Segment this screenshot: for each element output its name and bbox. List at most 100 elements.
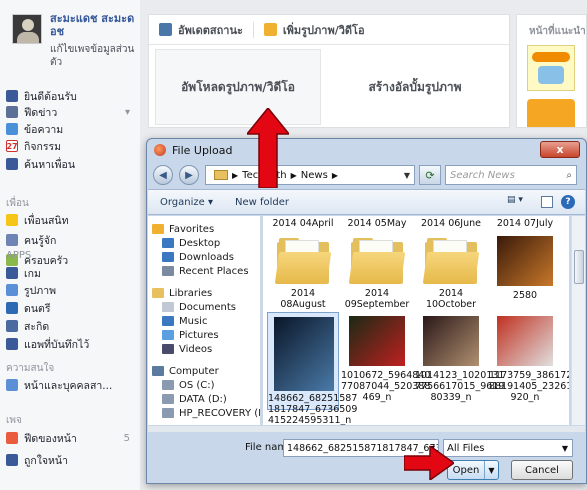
search-icon[interactable]: ⌕: [566, 170, 572, 181]
suggested-page-thumbnail[interactable]: [527, 99, 575, 127]
nav-pane-label: Computer: [169, 365, 219, 377]
item-count: 5: [123, 432, 130, 444]
sidebar-item[interactable]: ดนตรี: [6, 300, 138, 316]
file-item-label[interactable]: 2014 04April: [267, 218, 339, 229]
left-sidebar: สะมะแดช สะมะดอช แก้ไขเพจข้อมูลส่วนตัว ยิ…: [0, 0, 140, 490]
nav-pane-item[interactable]: HP_RECOVERY (I: [162, 406, 260, 420]
vertical-scrollbar[interactable]: [571, 216, 585, 425]
suggested-pages-title: หน้าที่แนะนำ: [529, 26, 586, 37]
back-button[interactable]: ◀: [153, 165, 173, 185]
tab-add-photo[interactable]: เพิ่มรูปภาพ/วิดีโอ: [263, 21, 365, 39]
avatar[interactable]: [12, 14, 42, 44]
nav-pane-item[interactable]: Downloads: [162, 250, 234, 264]
nav-pane-item[interactable]: Videos: [162, 342, 212, 356]
folder-item[interactable]: 2014 09September: [341, 232, 413, 310]
folder-item[interactable]: 2014 08August: [267, 232, 339, 310]
nav-pane-item[interactable]: DATA (D:): [162, 392, 227, 406]
star-icon: [6, 214, 18, 226]
file-item-label[interactable]: 2014 07July: [489, 218, 561, 229]
image-file-item[interactable]: 1014123_1020131 7756617015_9619 80339_n: [415, 312, 504, 410]
horizontal-scrollbar[interactable]: [148, 426, 585, 432]
breadcrumb-news[interactable]: News: [301, 170, 328, 181]
nav-pane-item[interactable]: Music: [162, 314, 207, 328]
forward-button[interactable]: ▶: [179, 165, 199, 185]
suggested-page-thumbnail[interactable]: [527, 45, 575, 91]
file-item-label[interactable]: 2014 06June: [415, 218, 487, 229]
calendar-icon: 27: [6, 140, 18, 152]
preview-pane-icon[interactable]: [541, 196, 553, 208]
sidebar-item[interactable]: เพื่อนสนิท: [6, 212, 138, 228]
address-dropdown-icon[interactable]: ▼: [404, 171, 410, 180]
organize-menu[interactable]: Organize ▾: [160, 197, 213, 208]
image-file-item[interactable]: 2580: [489, 232, 561, 308]
new-folder-button[interactable]: New folder: [235, 197, 289, 208]
sidebar-item[interactable]: รูปภาพ: [6, 282, 138, 298]
back-arrow-icon: ◀: [159, 169, 167, 181]
documents-icon: [162, 302, 174, 312]
open-button[interactable]: Open ▼: [447, 460, 499, 480]
scrollbar-thumb[interactable]: [574, 250, 584, 284]
close-button[interactable]: x: [540, 141, 580, 158]
file-item-label[interactable]: 2014 05May: [341, 218, 413, 229]
folder-item[interactable]: 2014 10October: [415, 232, 487, 310]
nav-pane-item[interactable]: Libraries: [152, 286, 212, 300]
nav-pane-item[interactable]: OS (C:): [162, 378, 215, 392]
nav-pane-item[interactable]: Desktop: [162, 236, 220, 250]
search-placeholder: Search News: [450, 169, 515, 181]
nav-pane-label: Recent Places: [179, 265, 249, 277]
help-icon[interactable]: ?: [561, 195, 575, 209]
poke-icon: [6, 320, 18, 332]
file-type-select[interactable]: All Files ▼: [443, 439, 573, 457]
sidebar-item-label: เพื่อนสนิท: [24, 214, 69, 227]
sidebar-item[interactable]: ถูกใจหน้า: [6, 452, 138, 468]
view-options-icon[interactable]: ▤ ▾: [507, 195, 529, 209]
divider: [252, 21, 254, 38]
sidebar-item[interactable]: ฟีดของหน้า 5: [6, 430, 138, 446]
sidebar-item[interactable]: ข้อความ: [6, 121, 138, 137]
file-name-label: 1173759_3861729 88191405_232617 920_n: [489, 370, 569, 403]
sidebar-item[interactable]: คนรู้จัก: [6, 232, 138, 248]
image-thumbnail: [497, 236, 553, 286]
cancel-button[interactable]: Cancel: [511, 460, 573, 480]
drive-icon: [162, 408, 174, 418]
sidebar-item[interactable]: ฟีดข่าว ▾: [6, 104, 138, 120]
drive-icon: [162, 380, 174, 390]
sidebar-item[interactable]: ยินดีต้อนรับ: [6, 88, 138, 104]
sidebar-item[interactable]: 27 กิจกรรม: [6, 138, 138, 154]
file-name-label: 2014 09September: [344, 288, 410, 310]
upload-photo-video-button[interactable]: อัพโหลดรูปภาพ/วิดีโอ: [155, 49, 321, 125]
nav-pane-item[interactable]: Computer: [152, 364, 219, 378]
sidebar-item-label: ฟีดข่าว: [24, 106, 58, 119]
sidebar-item[interactable]: ค้นหาเพื่อน: [6, 156, 138, 172]
file-name-label: 1010672_5964840 77087044_520388 469_n: [341, 370, 431, 403]
create-album-button[interactable]: สร้างอัลบั้มรูปภาพ: [327, 49, 503, 125]
dialog-titlebar[interactable]: File Upload x: [147, 139, 586, 161]
forward-arrow-icon: ▶: [185, 169, 193, 181]
tab-update-status[interactable]: อัพเดตสถานะ: [159, 21, 243, 39]
sidebar-item[interactable]: หน้าและบุคคลสา...: [6, 377, 138, 393]
search-input[interactable]: Search News ⌕: [445, 165, 577, 185]
refresh-button[interactable]: ⟳: [419, 165, 441, 185]
edit-profile-link[interactable]: แก้ไขเพจข้อมูลส่วนตัว: [50, 43, 140, 69]
nav-pane-item[interactable]: Pictures: [162, 328, 219, 342]
address-bar[interactable]: ▶ Tech.Mth ▶ News ▶ ▼: [205, 165, 415, 185]
image-file-item[interactable]: 1173759_3861729 88191405_232617 920_n: [489, 312, 569, 410]
saved-app-icon: [6, 338, 18, 350]
sidebar-item[interactable]: เกม: [6, 265, 138, 281]
nav-pane-item[interactable]: Favorites: [152, 222, 214, 236]
chevron-down-icon[interactable]: ▾: [125, 107, 130, 118]
section-heading: APPS: [6, 250, 32, 261]
nav-pane-item[interactable]: Recent Places: [162, 264, 249, 278]
address-bar-row: ◀ ▶ ▶ Tech.Mth ▶ News ▶ ▼ ⟳ Search News …: [147, 161, 586, 189]
sidebar-item-label: ดนตรี: [24, 302, 51, 315]
image-file-item[interactable]: 148662_68251587 1817847_6736509 41522459…: [267, 312, 357, 425]
image-file-item[interactable]: 1010672_5964840 77087044_520388 469_n: [341, 312, 431, 410]
sidebar-item-label: ค้นหาเพื่อน: [24, 158, 76, 171]
profile-name[interactable]: สะมะแดช สะมะดอช: [50, 12, 140, 38]
open-options-dropdown[interactable]: ▼: [484, 461, 498, 479]
breadcrumb-chevron-icon: ▶: [232, 170, 239, 180]
facebook-icon: [6, 90, 18, 102]
sidebar-item[interactable]: สะกิด: [6, 318, 138, 334]
nav-pane-item[interactable]: Documents: [162, 300, 236, 314]
sidebar-item[interactable]: แอพที่บันทึกไว้: [6, 336, 138, 352]
